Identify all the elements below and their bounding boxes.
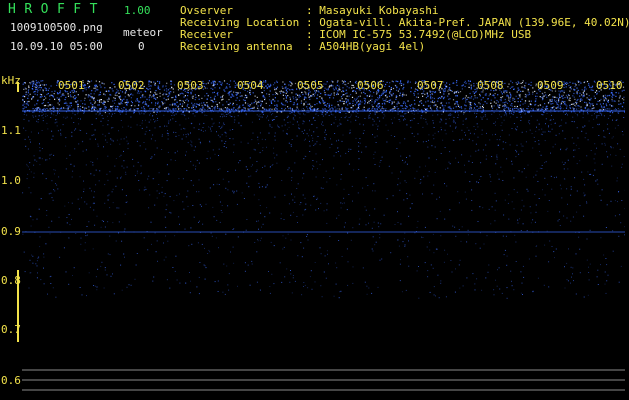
y-tick-0-6: 0.6 — [1, 374, 21, 387]
x-tick-0506: 0506 — [357, 79, 384, 92]
x-tick-0509: 0509 — [537, 79, 564, 92]
x-tick-0501: 0501 — [58, 79, 85, 92]
y-axis-mark — [17, 270, 19, 342]
antenna-key: Receiving antenna — [180, 40, 293, 53]
app-logo: HROFFT — [8, 2, 106, 17]
y-tick-0-9: 0.9 — [1, 225, 21, 238]
file-datetime: 10.09.10 05:00 — [10, 40, 103, 53]
spectrogram-canvas — [22, 80, 626, 391]
file-name: 1009100500.png — [10, 21, 103, 34]
x-tick-0504: 0504 — [237, 79, 264, 92]
meteor-label: meteor — [123, 26, 163, 39]
x-tick-0503: 0503 — [177, 79, 204, 92]
spectrogram — [22, 80, 626, 400]
y-tick-1-1: 1.1 — [1, 124, 21, 137]
x-tick-0505: 0505 — [297, 79, 324, 92]
x-tick-0508: 0508 — [477, 79, 504, 92]
app-version: 1.00 — [124, 4, 151, 17]
x-tick-0510: 0510 — [596, 79, 623, 92]
antenna-value: : A504HB(yagi 4el) — [306, 40, 426, 53]
y-tick-1-0: 1.0 — [1, 174, 21, 187]
meteor-count: 0 — [138, 40, 145, 53]
hroft-viewer: { "app": { "logo": "HROFFT", "version": … — [0, 0, 629, 400]
x-tick-0502: 0502 — [118, 79, 145, 92]
y-axis-mark — [17, 82, 19, 92]
x-tick-0507: 0507 — [417, 79, 444, 92]
